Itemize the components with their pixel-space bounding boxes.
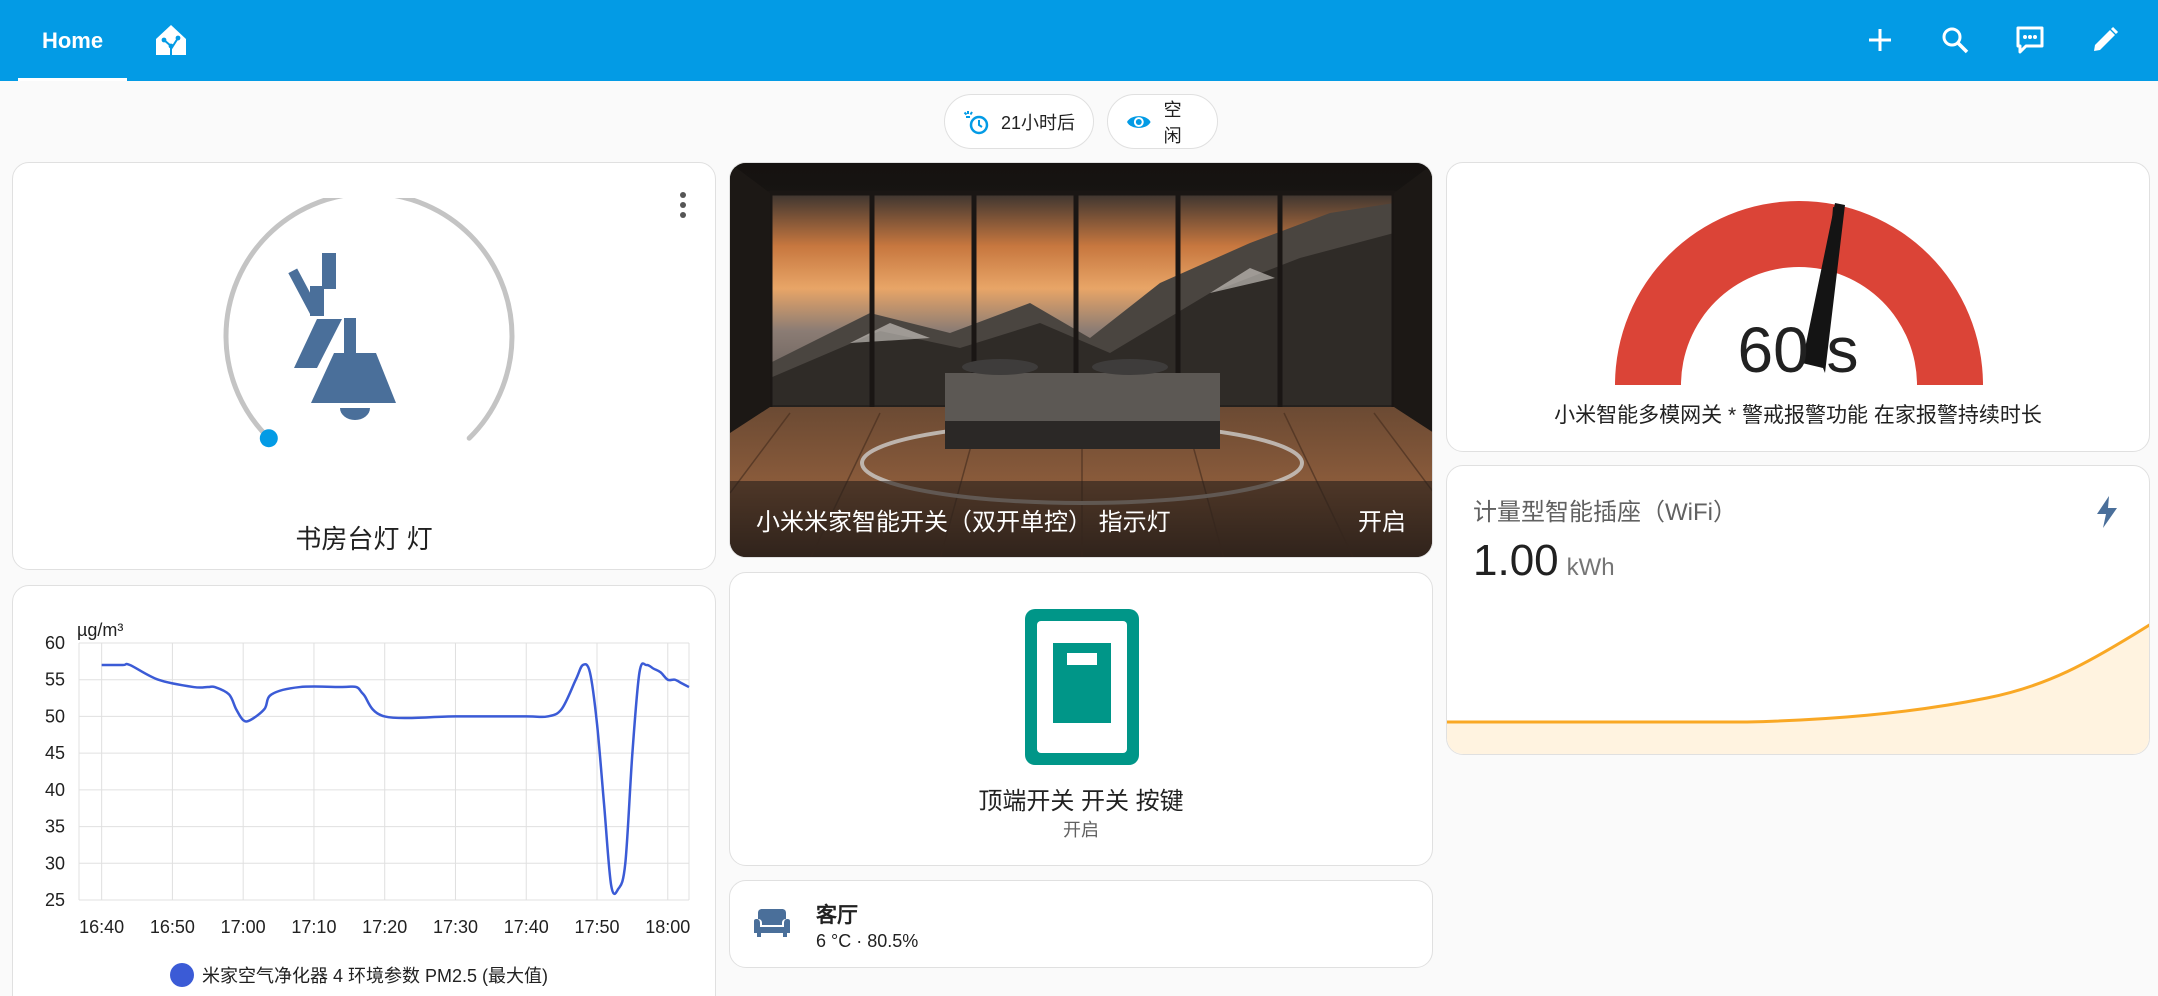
- y-tick-label: 35: [45, 817, 65, 837]
- picture-state[interactable]: 开启: [1358, 502, 1406, 537]
- edit-button[interactable]: [2080, 15, 2130, 65]
- y-tick-label: 40: [45, 780, 65, 800]
- picture-entity-card[interactable]: 小米米家智能开关（双开单控） 指示灯 开启: [729, 162, 1433, 558]
- sensor-value-number: 1.00: [1473, 536, 1559, 585]
- area-card[interactable]: 客厅 6 °C · 80.5%: [729, 880, 1433, 968]
- button-state: 开启: [1063, 820, 1099, 840]
- history-graph-card[interactable]: 25 30 35 40 45 50 55 60 16:40 16:50 17:00 17:10 17:2…: [12, 585, 716, 996]
- add-icon: [1869, 29, 1891, 51]
- assist-button[interactable]: [2005, 15, 2055, 65]
- search-button[interactable]: [1930, 15, 1980, 65]
- chat-icon: [2016, 26, 2044, 54]
- sensor-sparkline: [1447, 623, 2149, 754]
- picture-caption: 小米米家智能开关（双开单控） 指示灯 开启: [730, 481, 1432, 557]
- badge-presence[interactable]: 空闲: [1107, 94, 1218, 149]
- button-name: 顶端开关 开关 按键: [978, 788, 1184, 815]
- x-tick-label: 16:40: [79, 917, 124, 937]
- toolbar: Home: [0, 0, 2158, 81]
- badge-label: 空闲: [1163, 99, 1182, 146]
- light-name: 书房台灯 灯: [295, 524, 433, 554]
- x-tick-label: 17:50: [574, 917, 619, 937]
- home-assistant-icon: [156, 25, 186, 55]
- desk-lamp-icon: [288, 253, 396, 420]
- x-tick-label: 17:40: [504, 917, 549, 937]
- eye-icon: [1126, 115, 1151, 128]
- dots-vertical-icon: [680, 192, 686, 218]
- sofa-icon: [754, 909, 790, 937]
- add-button[interactable]: [1855, 15, 1905, 65]
- tab-home[interactable]: Home: [18, 0, 127, 81]
- picture-title: 小米米家智能开关（双开单控） 指示灯: [756, 508, 1171, 536]
- tab-active-indicator: [18, 78, 127, 81]
- weather-clock-icon: [963, 110, 989, 134]
- sensor-title: 计量型智能插座（WiFi）: [1473, 499, 1737, 526]
- y-tick-label: 60: [45, 633, 65, 653]
- series-line: [101, 662, 690, 896]
- x-tick-label: 17:10: [291, 917, 336, 937]
- area-name: 客厅: [816, 904, 858, 927]
- search-icon: [1942, 27, 1969, 54]
- y-tick-label: 25: [45, 890, 65, 910]
- y-tick-label: 30: [45, 853, 65, 873]
- gauge-label: 小米智能多模网关 * 警戒报警功能 在家报警持续时长: [1554, 404, 2042, 427]
- pm25-chart: 25 30 35 40 45 50 55 60 16:40 16:50 17:00 17:10 17:2…: [45, 620, 690, 937]
- tab-home-assistant[interactable]: [148, 17, 194, 63]
- more-info-button[interactable]: [669, 185, 697, 225]
- x-tick-label: 17:30: [433, 917, 478, 937]
- x-tick-label: 17:20: [362, 917, 407, 937]
- sensor-unit: kWh: [1566, 554, 1615, 581]
- flash-icon: [2097, 496, 2117, 528]
- switch-button-icon: [1025, 609, 1139, 765]
- x-tick-label: 17:00: [221, 917, 266, 937]
- legend-label: 米家空气净化器 4 环境参数 PM2.5 (最大值): [202, 966, 549, 986]
- edit-icon: [2094, 26, 2119, 51]
- gauge-value: 60 s: [1737, 314, 1859, 386]
- light-card[interactable]: 书房台灯 灯: [12, 162, 716, 570]
- gauge-card[interactable]: 60 s 小米智能多模网关 * 警戒报警功能 在家报警持续时长: [1446, 162, 2150, 452]
- badge-next-event[interactable]: 21小时后: [944, 94, 1094, 149]
- button-card[interactable]: 顶端开关 开关 按键 开启: [729, 572, 1433, 866]
- chart-legend[interactable]: 米家空气净化器 4 环境参数 PM2.5 (最大值): [170, 962, 548, 988]
- badge-label: 21小时后: [1000, 112, 1076, 133]
- sensor-card[interactable]: 计量型智能插座（WiFi） 1.00 kWh: [1446, 465, 2150, 755]
- y-tick-label: 45: [45, 743, 65, 763]
- y-axis-label: µg/m³: [77, 620, 123, 640]
- area-detail: 6 °C · 80.5%: [816, 931, 919, 951]
- x-tick-label: 16:50: [150, 917, 195, 937]
- legend-dot: [170, 963, 194, 987]
- x-tick-label: 18:00: [645, 917, 690, 937]
- sensor-value: 1.00 kWh: [1473, 536, 1615, 586]
- y-tick-label: 55: [45, 670, 65, 690]
- tab-home-label: Home: [41, 27, 104, 53]
- brightness-handle[interactable]: [259, 429, 278, 448]
- y-tick-label: 50: [45, 706, 65, 726]
- brightness-dial[interactable]: [216, 198, 522, 478]
